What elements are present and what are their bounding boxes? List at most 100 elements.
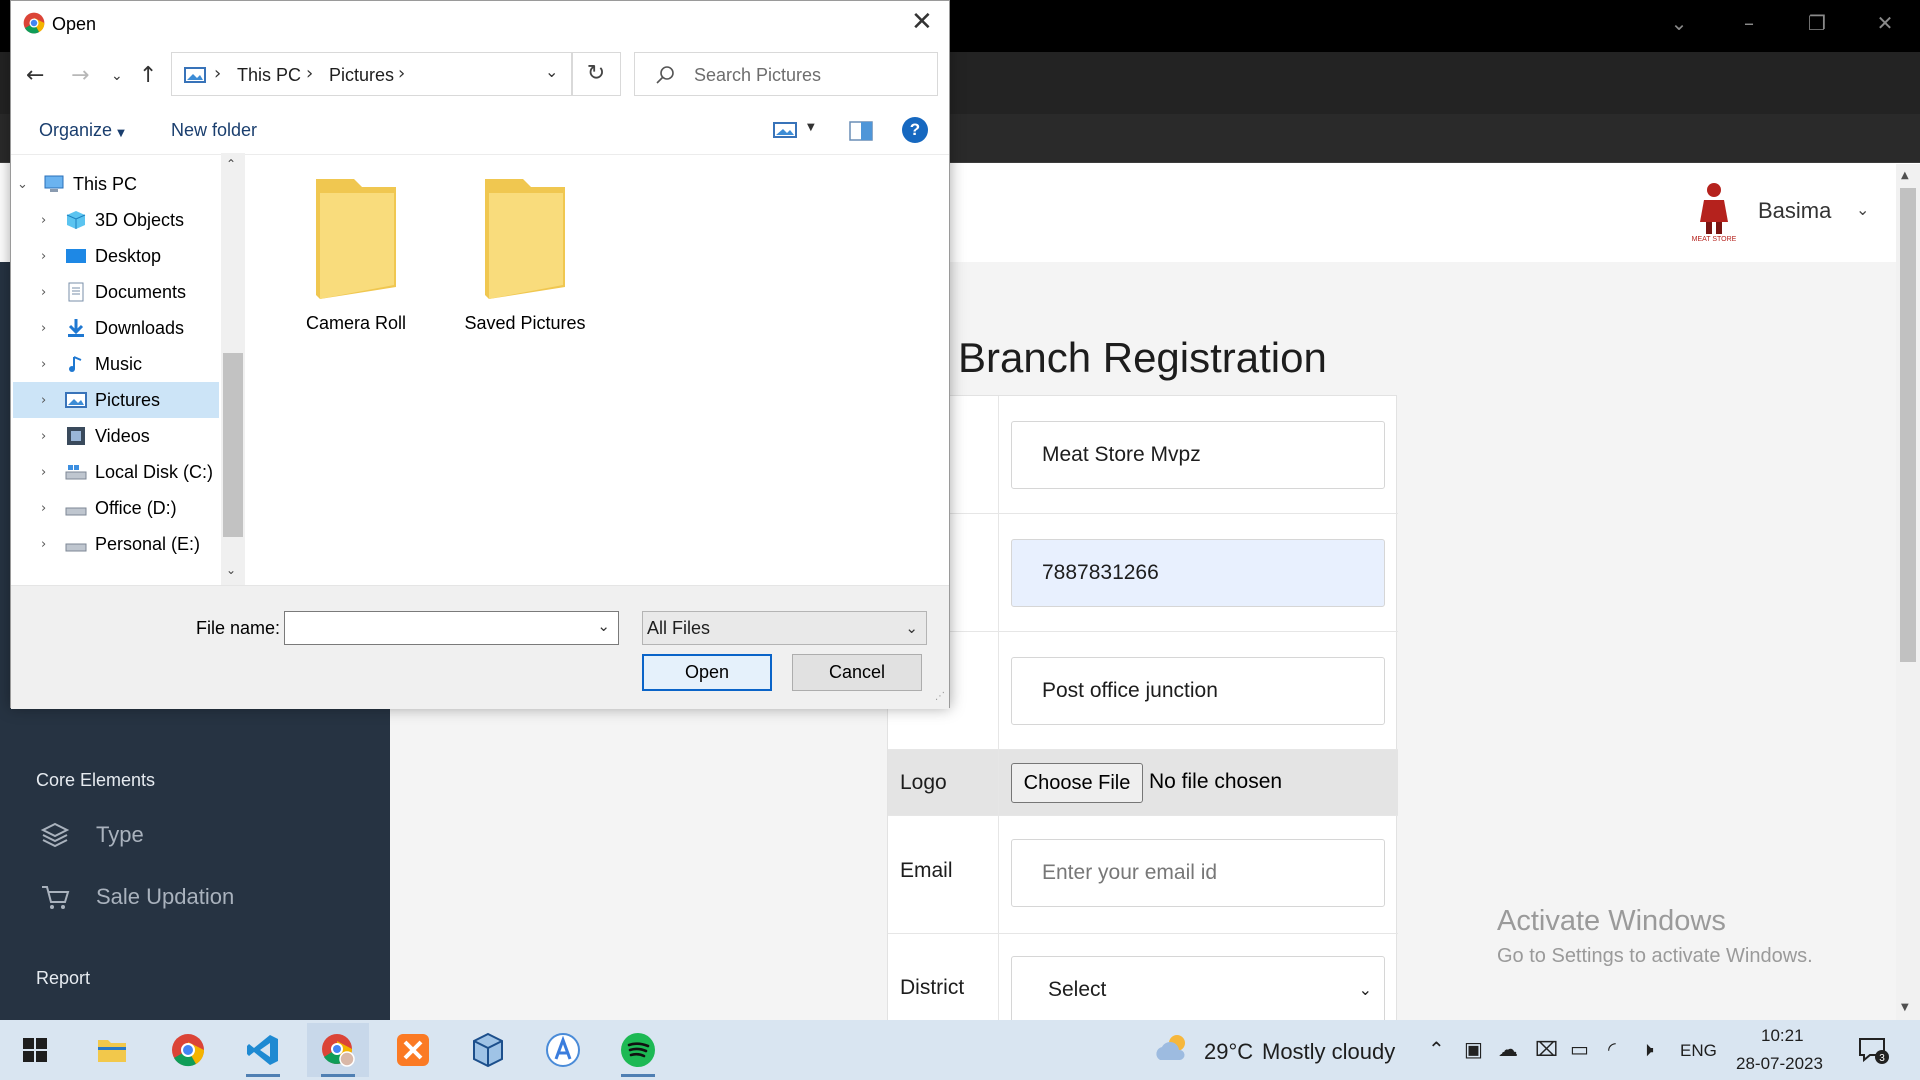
clock-time[interactable]: 10:21 [1761, 1026, 1804, 1046]
chevron-right-icon[interactable]: › [41, 321, 65, 336]
tree-item-pictures[interactable]: › Pictures [13, 382, 219, 418]
up-arrow-icon[interactable]: ↑ [139, 63, 157, 88]
android-studio-icon[interactable] [532, 1023, 594, 1077]
user-name[interactable]: Basima [1758, 198, 1831, 224]
tree-item-videos[interactable]: › Videos [13, 418, 219, 454]
clock-date[interactable]: 28-07-2023 [1736, 1054, 1823, 1074]
form-row-contact: act 7887831266 [888, 514, 1398, 632]
recent-locations-chevron-icon[interactable]: ⌄ [111, 68, 123, 84]
refresh-icon[interactable]: ↻ [571, 52, 621, 96]
minimize-button[interactable]: – [1734, 10, 1764, 36]
chrome-profile-icon[interactable] [307, 1023, 369, 1077]
address-dropdown-chevron-icon[interactable]: ⌄ [545, 62, 558, 81]
tree-item-downloads[interactable]: › Downloads [13, 310, 219, 346]
weather-icon[interactable] [1152, 1032, 1192, 1069]
file-status-text: No file chosen [1149, 770, 1283, 793]
help-icon[interactable]: ? [902, 117, 928, 143]
onedrive-icon[interactable]: ☁ [1498, 1037, 1518, 1061]
breadcrumb-separator-icon[interactable]: › [398, 63, 405, 84]
folder-camera-roll[interactable]: Camera Roll [286, 177, 426, 334]
wifi-icon[interactable]: ◜ [1608, 1037, 1616, 1061]
chevron-right-icon[interactable]: › [41, 285, 65, 300]
scroll-up-arrow-icon[interactable]: ⌃ [226, 157, 236, 171]
sidebar-item-type[interactable]: Type [40, 815, 144, 855]
navigation-scrollbar-thumb[interactable] [223, 353, 243, 537]
form-label: Logo [900, 771, 947, 794]
forward-arrow-icon[interactable]: → [71, 63, 89, 88]
virtualbox-icon[interactable] [457, 1023, 519, 1077]
file-type-select[interactable]: All Files ⌄ [642, 611, 927, 645]
cancel-button[interactable]: Cancel [792, 654, 922, 691]
language-indicator[interactable]: ENG [1680, 1041, 1717, 1061]
tree-item-this-pc[interactable]: ⌄ This PC [13, 166, 219, 202]
branch-name-field[interactable]: Meat Store Mvpz [1011, 421, 1385, 489]
chevron-right-icon[interactable]: › [41, 501, 65, 516]
address-bar[interactable]: › This PC › Pictures › ⌄ [171, 52, 573, 96]
weather-temperature[interactable]: 29°C [1204, 1039, 1253, 1065]
vscode-icon[interactable] [232, 1023, 294, 1077]
chrome-icon[interactable] [157, 1023, 219, 1077]
chevron-down-icon[interactable]: ⌄ [17, 177, 43, 192]
address-field[interactable]: Post office junction [1011, 657, 1385, 725]
tree-item-label: Videos [95, 425, 150, 446]
open-button[interactable]: Open [642, 654, 772, 691]
dropdown-arrow-icon[interactable]: ▼ [807, 122, 815, 133]
tree-item-personal-e[interactable]: › Personal (E:) [13, 526, 219, 562]
tab-search-button[interactable]: ⌄ [1664, 10, 1694, 36]
email-field[interactable]: Enter your email id [1011, 839, 1385, 907]
chevron-right-icon[interactable]: › [41, 393, 65, 408]
contact-field[interactable]: 7887831266 [1011, 539, 1385, 607]
close-icon[interactable]: ✕ [911, 7, 933, 37]
chevron-right-icon[interactable]: › [41, 537, 65, 552]
scroll-up-arrow-icon[interactable]: ▲ [1901, 170, 1909, 181]
organize-button[interactable]: Organize ▼ [39, 120, 125, 141]
chevron-right-icon[interactable]: › [41, 357, 65, 372]
battery-icon[interactable]: ▭ [1570, 1037, 1589, 1061]
display-icon[interactable]: ⌧ [1535, 1037, 1558, 1061]
district-select[interactable]: Select ⌄ [1011, 956, 1385, 1024]
chevron-right-icon[interactable]: › [41, 465, 65, 480]
tree-item-office-d[interactable]: › Office (D:) [13, 490, 219, 526]
file-explorer-icon[interactable] [81, 1023, 143, 1077]
restore-button[interactable]: ❐ [1802, 10, 1832, 36]
volume-muted-icon[interactable]: 🕨 [1641, 1037, 1654, 1061]
tree-item-label: Local Disk (C:) [95, 461, 214, 482]
choose-file-button[interactable]: Choose File [1011, 763, 1143, 803]
tree-item-desktop[interactable]: › Desktop [13, 238, 219, 274]
notifications-icon[interactable]: 3 [1858, 1036, 1890, 1069]
chevron-up-icon[interactable]: ⌃ [1428, 1037, 1445, 1061]
tree-item-music[interactable]: › Music [13, 346, 219, 382]
chevron-right-icon[interactable]: › [41, 429, 65, 444]
chevron-right-icon[interactable]: › [41, 249, 65, 264]
computer-icon [44, 175, 64, 192]
tree-item-3d-objects[interactable]: › 3D Objects [13, 202, 219, 238]
view-icon [773, 122, 797, 138]
drive-icon [65, 507, 87, 516]
meet-icon[interactable]: ▣ [1464, 1037, 1483, 1061]
folder-saved-pictures[interactable]: Saved Pictures [455, 177, 595, 334]
chevron-down-icon[interactable]: ⌄ [597, 617, 610, 635]
preview-pane-icon[interactable] [849, 121, 873, 146]
file-name-input[interactable]: ⌄ [284, 611, 619, 645]
brand-logo[interactable]: MEAT STORE [1690, 180, 1738, 244]
breadcrumb-this-pc[interactable]: This PC [237, 65, 301, 86]
tree-item-documents[interactable]: › Documents [13, 274, 219, 310]
change-view-button[interactable]: ▼ [773, 122, 815, 143]
weather-condition[interactable]: Mostly cloudy [1262, 1039, 1395, 1065]
chevron-right-icon[interactable]: › [41, 213, 65, 228]
resize-grip-icon[interactable]: ⋰ [935, 691, 945, 702]
tree-item-local-disk-c[interactable]: › Local Disk (C:) [13, 454, 219, 490]
search-input[interactable]: Search Pictures [634, 52, 938, 96]
chevron-down-icon[interactable]: ⌄ [1856, 200, 1869, 219]
window-close-button[interactable]: ✕ [1870, 10, 1900, 36]
back-arrow-icon[interactable]: ← [26, 63, 44, 88]
sidebar-item-sale-updation[interactable]: Sale Updation [40, 877, 234, 917]
spotify-icon[interactable] [607, 1023, 669, 1077]
breadcrumb-pictures[interactable]: Pictures [329, 65, 394, 86]
page-scrollbar-thumb[interactable] [1900, 188, 1916, 662]
xampp-icon[interactable] [382, 1023, 444, 1077]
scroll-down-arrow-icon[interactable]: ⌄ [226, 563, 236, 577]
start-icon[interactable] [4, 1023, 66, 1077]
scroll-down-arrow-icon[interactable]: ▼ [1901, 1002, 1909, 1013]
new-folder-button[interactable]: New folder [171, 120, 257, 141]
